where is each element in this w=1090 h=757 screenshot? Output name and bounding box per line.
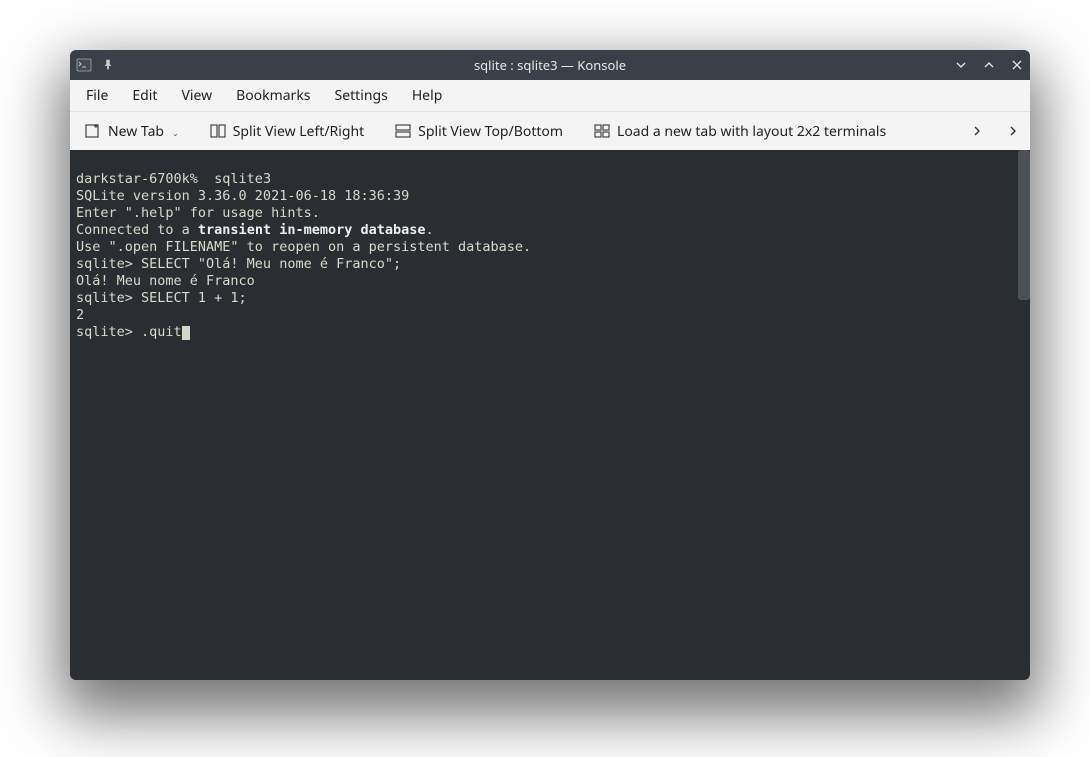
new-tab-button[interactable]: New Tab ⌄ [76,117,187,146]
split-left-right-button[interactable]: Split View Left/Right [201,117,372,146]
term-line: Olá! Meu nome é Franco [76,273,255,289]
split-tb-icon [394,122,412,140]
menu-help[interactable]: Help [402,81,453,110]
term-line: sqlite> SELECT 1 + 1; [76,290,247,306]
titlebar[interactable]: sqlite : sqlite3 — Konsole [70,50,1030,80]
menubar: File Edit View Bookmarks Settings Help [70,80,1030,112]
terminal-app-icon [76,57,92,73]
split-lr-label: Split View Left/Right [233,122,364,141]
new-tab-icon [84,122,102,140]
load-layout-button[interactable]: Load a new tab with layout 2x2 terminals [585,117,894,146]
toolbar-chevron-1[interactable] [966,120,988,142]
term-line: sqlite> .quit [76,324,190,340]
term-line: sqlite> SELECT "Olá! Meu nome é Franco"; [76,256,401,272]
split-top-bottom-button[interactable]: Split View Top/Bottom [386,117,571,146]
split-tb-label: Split View Top/Bottom [418,122,563,141]
menu-settings[interactable]: Settings [325,81,398,110]
term-line: Enter ".help" for usage hints. [76,205,320,221]
term-line: Use ".open FILENAME" to reopen on a pers… [76,239,531,255]
scrollbar-thumb[interactable] [1018,150,1030,300]
menu-view[interactable]: View [171,81,222,110]
term-line: SQLite version 3.36.0 2021-06-18 18:36:3… [76,188,409,204]
konsole-window: sqlite : sqlite3 — Konsole File Edit Vie… [70,50,1030,680]
menu-edit[interactable]: Edit [122,81,167,110]
terminal-cursor [182,326,190,340]
term-line: Connected to a transient in-memory datab… [76,222,434,238]
terminal-view[interactable]: darkstar-6700k% sqlite3 SQLite version 3… [70,150,1030,680]
pin-icon[interactable] [100,57,116,73]
split-lr-icon [209,122,227,140]
dropdown-marker-icon: ⌄ [172,128,179,141]
close-button[interactable] [1010,58,1024,72]
menu-file[interactable]: File [76,81,118,110]
toolbar: New Tab ⌄ Split View Left/Right Split Vi… [70,112,1030,150]
minimize-button[interactable] [954,58,968,72]
term-line: 2 [76,307,84,323]
term-line: darkstar-6700k% sqlite3 [76,171,271,187]
new-tab-label: New Tab [108,122,164,141]
maximize-button[interactable] [982,58,996,72]
load-layout-label: Load a new tab with layout 2x2 terminals [617,122,886,141]
grid-2x2-icon [593,122,611,140]
toolbar-chevron-2[interactable] [1002,120,1024,142]
window-title: sqlite : sqlite3 — Konsole [70,56,1030,74]
menu-bookmarks[interactable]: Bookmarks [226,81,320,110]
